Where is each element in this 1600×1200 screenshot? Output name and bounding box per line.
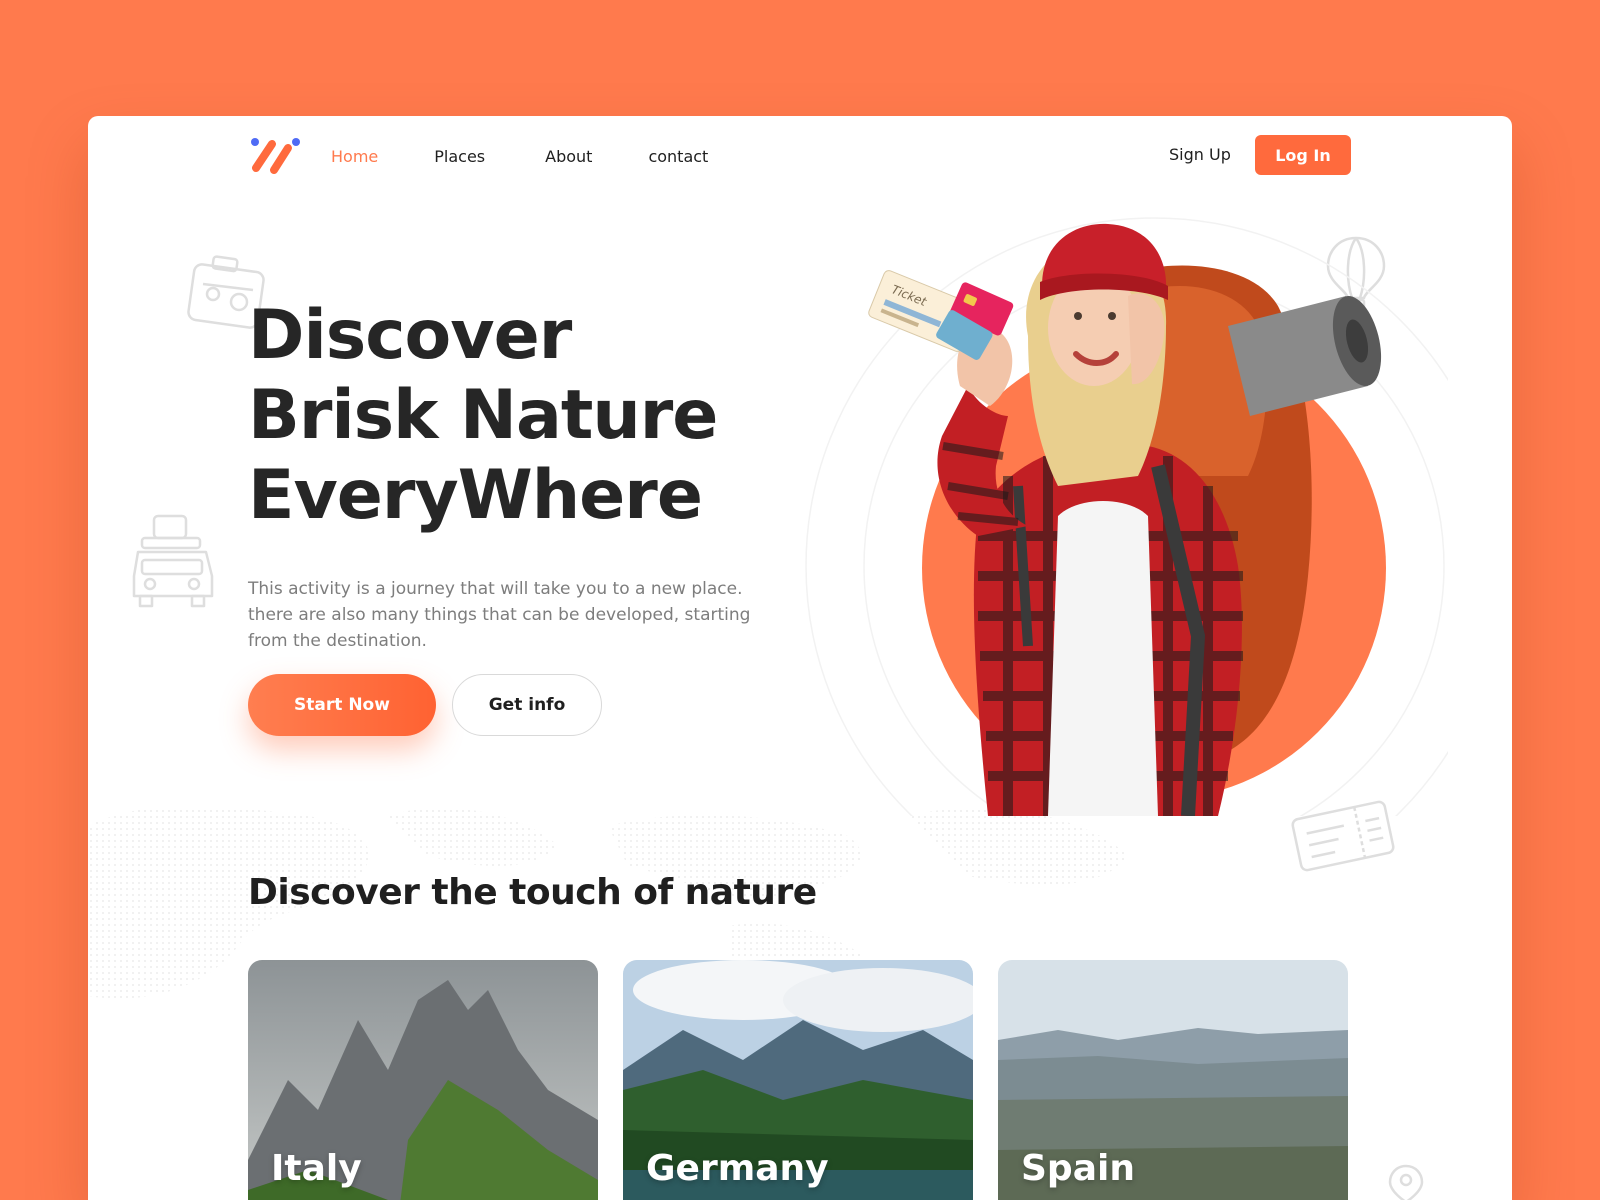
main-nav: Home Places About contact: [331, 144, 764, 168]
card-label: Spain: [1021, 1148, 1135, 1189]
app-window: Home Places About contact Sign Up Log In…: [88, 116, 1512, 1200]
hero-title-line: Discover: [248, 296, 572, 375]
login-button[interactable]: Log In: [1255, 135, 1351, 175]
section-title: Discover the touch of nature: [248, 872, 817, 913]
card-label: Italy: [271, 1148, 362, 1189]
start-now-button[interactable]: Start Now: [248, 674, 436, 736]
double-slash-logo[interactable]: [248, 136, 304, 176]
get-info-button[interactable]: Get info: [452, 674, 602, 736]
map-pin-icon: [1388, 1164, 1424, 1200]
hero-description-line: from the destination.: [248, 631, 427, 651]
nav-home[interactable]: Home: [331, 147, 378, 166]
nav-places[interactable]: Places: [434, 147, 485, 166]
signup-link[interactable]: Sign Up: [1169, 145, 1231, 164]
hero-traveler-image: Ticket: [805, 217, 1448, 816]
card-label: Germany: [646, 1148, 829, 1189]
nav-contact[interactable]: contact: [648, 147, 708, 166]
hero-description: This activity is a journey that will tak…: [248, 576, 808, 654]
destination-card-germany[interactable]: Germany: [623, 960, 973, 1200]
destination-card-italy[interactable]: Italy: [248, 960, 598, 1200]
hero-description-line: This activity is a journey that will tak…: [248, 579, 743, 599]
hero-title-line: Brisk Nature: [248, 376, 718, 455]
destination-card-spain[interactable]: Spain: [998, 960, 1348, 1200]
hero-title: Discover Brisk Nature EveryWhere: [248, 296, 808, 536]
car-luggage-icon: [132, 514, 214, 608]
hero-description-line: there are also many things that can be d…: [248, 605, 751, 625]
nav-about[interactable]: About: [545, 147, 592, 166]
hero-title-line: EveryWhere: [248, 456, 703, 535]
